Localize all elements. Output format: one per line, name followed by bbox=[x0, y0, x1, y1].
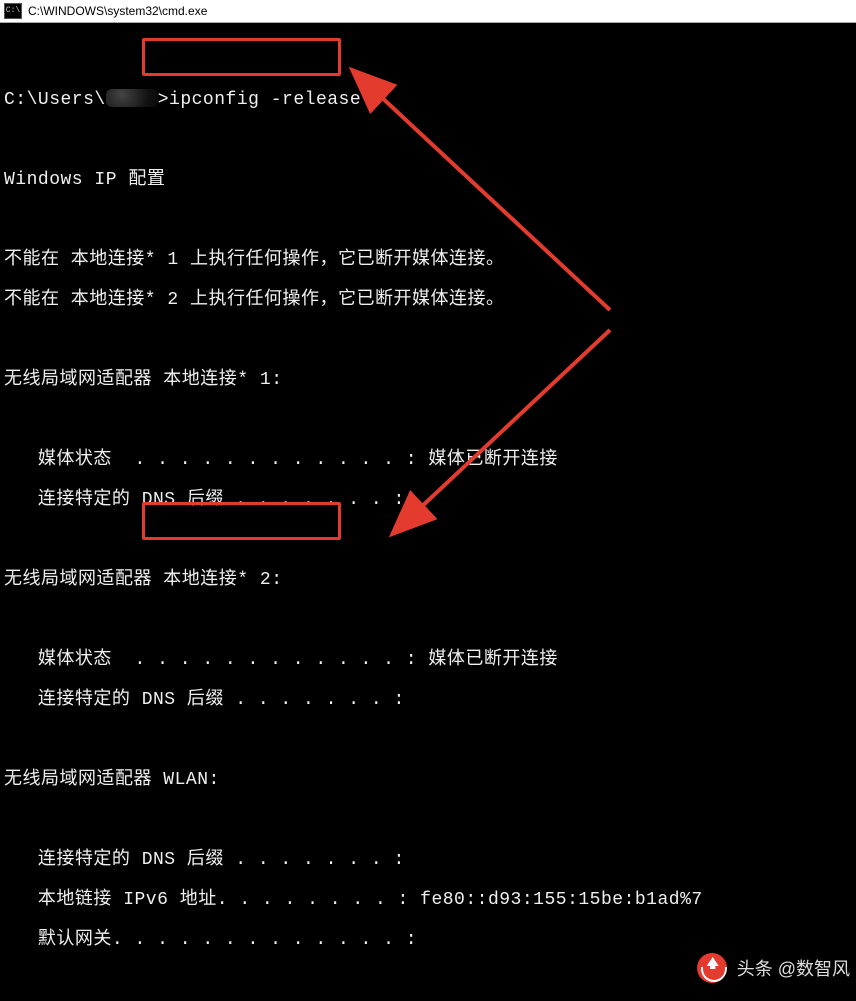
watermark-prefix: 头条 bbox=[737, 955, 773, 981]
adapter-dns-suffix: 连接特定的 DNS 后缀 . . . . . . . : bbox=[4, 690, 852, 710]
adapter-title: 无线局域网适配器 本地连接* 2: bbox=[4, 570, 852, 590]
adapter-title: 无线局域网适配器 本地连接* 1: bbox=[4, 370, 852, 390]
watermark-author: @数智风 bbox=[778, 955, 850, 981]
title-bar[interactable]: C:\ C:\WINDOWS\system32\cmd.exe bbox=[0, 0, 856, 23]
adapter-dns-suffix: 连接特定的 DNS 后缀 . . . . . . . : bbox=[4, 490, 852, 510]
ip-config-heading: Windows IP 配置 bbox=[4, 170, 852, 190]
prompt-line-1: C:\Users\>ipconfig -release bbox=[4, 89, 852, 110]
command-1: ipconfig -release bbox=[169, 90, 361, 110]
username-masked bbox=[106, 89, 158, 107]
adapter-title: 无线局域网适配器 WLAN: bbox=[4, 770, 852, 790]
cmd-icon: C:\ bbox=[4, 3, 22, 19]
adapter-media-state: 媒体状态 . . . . . . . . . . . . : 媒体已断开连接 bbox=[4, 650, 852, 670]
toutiao-logo-icon bbox=[697, 953, 727, 983]
watermark: 头条 @数智风 bbox=[697, 953, 850, 983]
wlan-default-gateway: 默认网关. . . . . . . . . . . . . : bbox=[4, 930, 852, 950]
wlan-dns-suffix: 连接特定的 DNS 后缀 . . . . . . . : bbox=[4, 850, 852, 870]
window-title: C:\WINDOWS\system32\cmd.exe bbox=[28, 4, 207, 18]
terminal-output[interactable]: C:\Users\>ipconfig -release Windows IP 配… bbox=[0, 23, 856, 1001]
wlan-ipv6-address: 本地链接 IPv6 地址. . . . . . . . : fe80::d93:… bbox=[4, 890, 852, 910]
error-line: 不能在 本地连接* 2 上执行任何操作，它已断开媒体连接。 bbox=[4, 290, 852, 310]
adapter-media-state: 媒体状态 . . . . . . . . . . . . : 媒体已断开连接 bbox=[4, 450, 852, 470]
error-line: 不能在 本地连接* 1 上执行任何操作，它已断开媒体连接。 bbox=[4, 250, 852, 270]
